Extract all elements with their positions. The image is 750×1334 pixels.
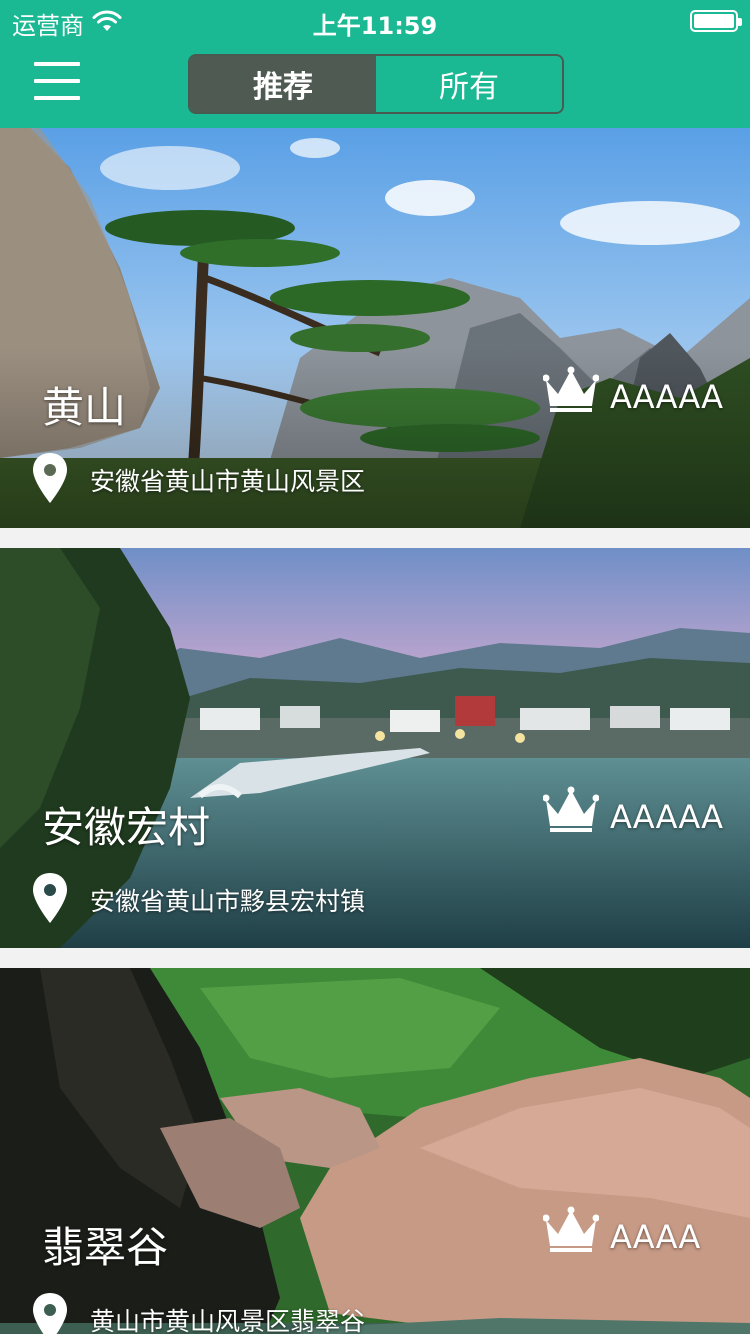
tab-all[interactable]: 所有 bbox=[376, 56, 562, 112]
scenic-name: 安徽宏村 bbox=[42, 803, 211, 852]
scenic-address: 安徽省黄山市黟县宏村镇 bbox=[90, 887, 366, 916]
location-pin-icon bbox=[33, 1293, 67, 1334]
battery-icon bbox=[690, 10, 742, 32]
scenic-photo bbox=[0, 968, 750, 1334]
scenic-card[interactable]: 安徽宏村 AAAAA 安徽省黄山市黟县宏村镇 bbox=[0, 548, 750, 948]
scenic-rating: AAAAA bbox=[610, 378, 724, 416]
crown-icon bbox=[543, 366, 599, 412]
crown-icon bbox=[543, 1206, 599, 1252]
scenic-address: 安徽省黄山市黄山风景区 bbox=[90, 467, 366, 496]
location-pin-icon bbox=[33, 873, 67, 923]
status-bar: 运营商 上午11:59 bbox=[0, 0, 750, 40]
segmented-control: 推荐 所有 bbox=[188, 54, 564, 114]
scenic-rating: AAAA bbox=[610, 1218, 701, 1256]
nav-bar: 运营商 上午11:59 推荐 所有 bbox=[0, 0, 750, 128]
scenic-name: 翡翠谷 bbox=[42, 1223, 169, 1272]
scenic-spot-list: 黄山 AAAAA 安徽省黄山市黄山风景区 安徽宏村 AAAAA 安徽省黄山市黟县… bbox=[0, 128, 750, 1334]
scenic-card[interactable]: 翡翠谷 AAAA 黄山市黄山风景区翡翠谷 bbox=[0, 968, 750, 1334]
hamburger-menu-icon[interactable] bbox=[34, 60, 80, 102]
location-pin-icon bbox=[33, 453, 67, 503]
scenic-name: 黄山 bbox=[42, 383, 127, 432]
scenic-address: 黄山市黄山风景区翡翠谷 bbox=[90, 1307, 366, 1334]
scenic-rating: AAAAA bbox=[610, 798, 724, 836]
status-time: 上午11:59 bbox=[312, 12, 438, 40]
scenic-card[interactable]: 黄山 AAAAA 安徽省黄山市黄山风景区 bbox=[0, 128, 750, 528]
crown-icon bbox=[543, 786, 599, 832]
tab-recommended[interactable]: 推荐 bbox=[190, 56, 376, 112]
